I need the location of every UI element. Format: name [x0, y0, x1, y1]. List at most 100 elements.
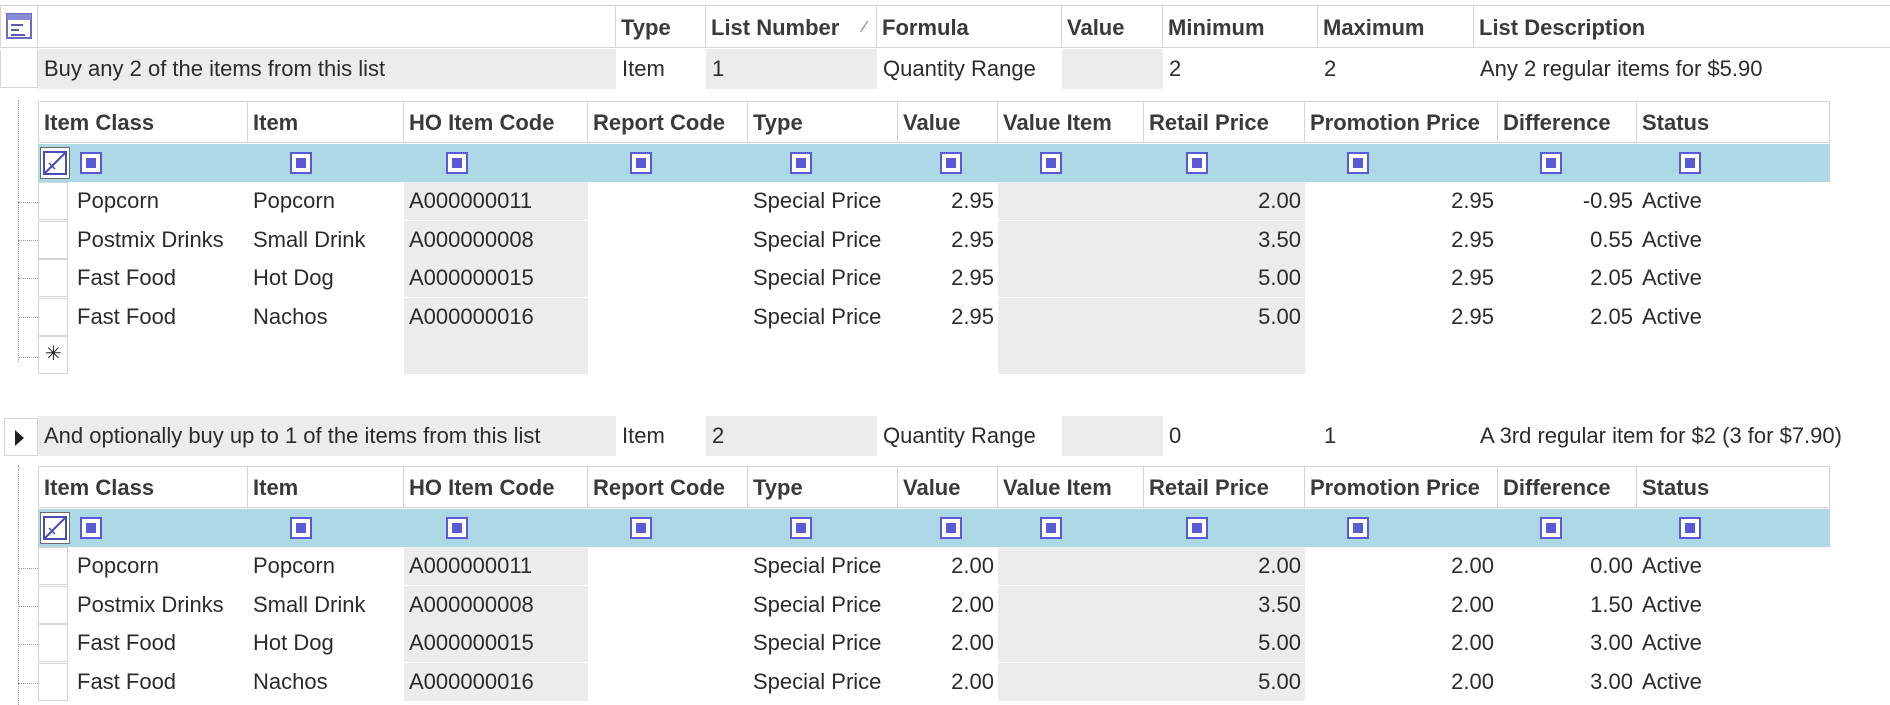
item-type-cell[interactable]: Special Price	[748, 586, 898, 624]
row-selector[interactable]	[38, 298, 68, 336]
item-item-class-cell[interactable]: Postmix Drinks	[72, 221, 248, 259]
item-value-item-cell[interactable]	[998, 547, 1144, 585]
item-difference-cell[interactable]: 3.00	[1498, 663, 1637, 701]
sub-header-item-class[interactable]: Item Class	[38, 101, 248, 143]
row-selector[interactable]	[38, 663, 68, 701]
item-item-class-cell[interactable]: Postmix Drinks	[72, 586, 248, 624]
row-selector[interactable]	[38, 259, 68, 297]
filter-cell-report-code[interactable]	[630, 517, 652, 539]
item-item-cell[interactable]: Hot Dog	[248, 259, 404, 297]
sub-header-status[interactable]: Status	[1637, 466, 1830, 508]
filter-cell-item[interactable]	[290, 517, 312, 539]
item-value-item-cell[interactable]	[998, 624, 1144, 662]
header-description[interactable]	[38, 5, 616, 48]
row-expander[interactable]	[4, 418, 38, 456]
row-selector[interactable]	[38, 547, 68, 585]
item-value-cell[interactable]: 2.95	[898, 221, 998, 259]
filter-cell-item[interactable]	[290, 152, 312, 174]
item-report-code-cell[interactable]	[588, 586, 748, 624]
item-item-cell[interactable]: Nachos	[248, 298, 404, 336]
filter-cell-value-item[interactable]	[1040, 517, 1062, 539]
item-value-item-cell[interactable]	[998, 182, 1144, 220]
filter-cell-retail-price[interactable]	[1186, 517, 1208, 539]
item-difference-cell[interactable]: 0.00	[1498, 547, 1637, 585]
item-value-item-cell[interactable]	[998, 586, 1144, 624]
header-formula[interactable]: Formula	[877, 5, 1062, 48]
header-type[interactable]: Type	[616, 5, 706, 48]
filter-toggle-button[interactable]	[40, 147, 70, 179]
list-minimum-cell[interactable]: 2	[1163, 49, 1318, 89]
list-maximum-cell[interactable]: 2	[1318, 49, 1474, 89]
item-status-cell[interactable]: Active	[1637, 663, 1830, 701]
list-description-cell[interactable]: Buy any 2 of the items from this list	[38, 49, 616, 89]
row-selector[interactable]	[38, 182, 68, 220]
column-chooser-button[interactable]	[0, 5, 38, 48]
item-status-cell[interactable]: Active	[1637, 298, 1830, 336]
item-ho-item-code-cell[interactable]: A000000016	[404, 663, 588, 701]
item-promotion-price-cell[interactable]: 2.95	[1305, 221, 1498, 259]
sub-header-value-item[interactable]: Value Item	[998, 466, 1144, 508]
sub-header-promotion-price[interactable]: Promotion Price	[1305, 466, 1498, 508]
new-row-selector[interactable]: ✳	[38, 336, 68, 374]
item-difference-cell[interactable]: 2.05	[1498, 259, 1637, 297]
item-value-item-cell[interactable]	[998, 259, 1144, 297]
row-selector[interactable]	[38, 624, 68, 662]
row-selector[interactable]	[38, 586, 68, 624]
filter-cell-retail-price[interactable]	[1186, 152, 1208, 174]
filter-cell-report-code[interactable]	[630, 152, 652, 174]
row-selector[interactable]	[38, 221, 68, 259]
item-promotion-price-cell[interactable]: 2.95	[1305, 182, 1498, 220]
filter-toggle-button[interactable]	[40, 512, 70, 544]
item-value-cell[interactable]: 2.00	[898, 663, 998, 701]
item-value-cell[interactable]: 2.00	[898, 547, 998, 585]
filter-cell-ho-item-code[interactable]	[446, 517, 468, 539]
list-value-cell[interactable]	[1062, 49, 1163, 89]
item-status-cell[interactable]: Active	[1637, 182, 1830, 220]
item-retail-price-cell[interactable]: 2.00	[1144, 182, 1305, 220]
item-promotion-price-cell[interactable]: 2.95	[1305, 298, 1498, 336]
item-status-cell[interactable]: Active	[1637, 586, 1830, 624]
item-status-cell[interactable]: Active	[1637, 547, 1830, 585]
sub-header-value[interactable]: Value	[898, 466, 998, 508]
item-type-cell[interactable]: Special Price	[748, 547, 898, 585]
item-difference-cell[interactable]: 3.00	[1498, 624, 1637, 662]
filter-cell-difference[interactable]	[1540, 152, 1562, 174]
row-selector[interactable]	[0, 50, 38, 88]
list-minimum-cell[interactable]: 0	[1163, 416, 1318, 456]
item-value-cell[interactable]: 2.95	[898, 182, 998, 220]
sub-header-ho-item-code[interactable]: HO Item Code	[404, 101, 588, 143]
item-difference-cell[interactable]: 0.55	[1498, 221, 1637, 259]
filter-cell-difference[interactable]	[1540, 517, 1562, 539]
item-retail-price-cell[interactable]: 5.00	[1144, 624, 1305, 662]
sub-header-status[interactable]: Status	[1637, 101, 1830, 143]
filter-cell-promotion-price[interactable]	[1347, 517, 1369, 539]
item-promotion-price-cell[interactable]: 2.00	[1305, 663, 1498, 701]
list-formula-cell[interactable]: Quantity Range	[877, 416, 1062, 456]
filter-cell-value-item[interactable]	[1040, 152, 1062, 174]
item-type-cell[interactable]: Special Price	[748, 182, 898, 220]
sub-header-item[interactable]: Item	[248, 101, 404, 143]
item-item-cell[interactable]: Popcorn	[248, 182, 404, 220]
item-ho-item-code-cell[interactable]: A000000016	[404, 298, 588, 336]
sub-header-ho-item-code[interactable]: HO Item Code	[404, 466, 588, 508]
sub-header-value-item[interactable]: Value Item	[998, 101, 1144, 143]
sub-header-report-code[interactable]: Report Code	[588, 466, 748, 508]
item-ho-item-code-cell[interactable]: A000000008	[404, 586, 588, 624]
sub-header-difference[interactable]: Difference	[1498, 466, 1637, 508]
item-report-code-cell[interactable]	[588, 298, 748, 336]
sub-header-type[interactable]: Type	[748, 466, 898, 508]
filter-cell-item-class[interactable]	[80, 517, 102, 539]
item-retail-price-cell[interactable]: 2.00	[1144, 547, 1305, 585]
item-status-cell[interactable]: Active	[1637, 259, 1830, 297]
item-value-item-cell[interactable]	[998, 663, 1144, 701]
filter-cell-type[interactable]	[790, 152, 812, 174]
item-status-cell[interactable]: Active	[1637, 624, 1830, 662]
item-item-cell[interactable]: Hot Dog	[248, 624, 404, 662]
item-retail-price-cell[interactable]: 5.00	[1144, 298, 1305, 336]
filter-cell-promotion-price[interactable]	[1347, 152, 1369, 174]
item-item-cell[interactable]: Small Drink	[248, 586, 404, 624]
item-status-cell[interactable]: Active	[1637, 221, 1830, 259]
sub-header-retail-price[interactable]: Retail Price	[1144, 466, 1305, 508]
item-type-cell[interactable]: Special Price	[748, 663, 898, 701]
item-promotion-price-cell[interactable]: 2.00	[1305, 586, 1498, 624]
